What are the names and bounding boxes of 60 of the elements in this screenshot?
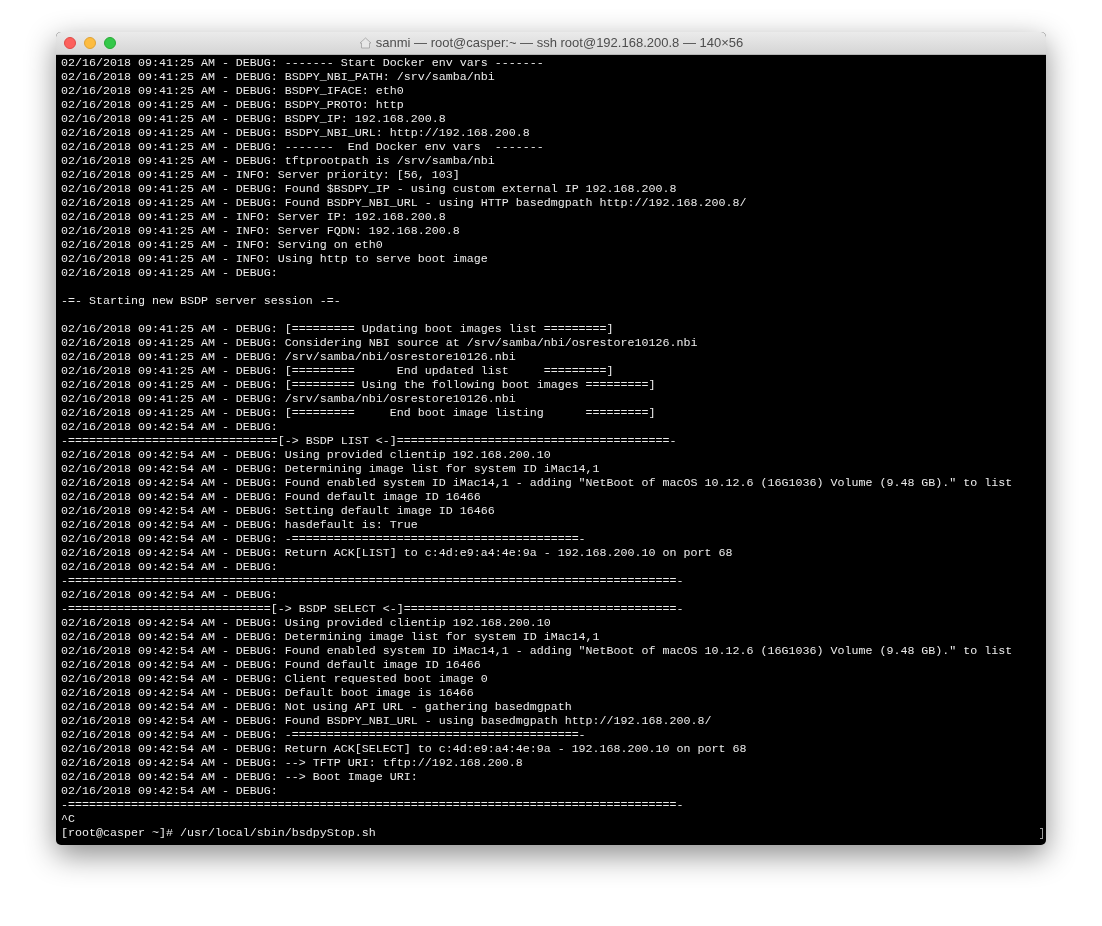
log-line: 02/16/2018 09:41:25 AM - DEBUG: [========= Using the following boot images =========] <box>61 378 656 392</box>
log-line: 02/16/2018 09:41:25 AM - DEBUG: ------- Start Docker env vars ------- <box>61 56 544 70</box>
log-line: 02/16/2018 09:41:25 AM - DEBUG: Found $BSDPY_IP - using custom external IP 192.168.200.8 <box>61 182 677 196</box>
log-line: 02/16/2018 09:41:25 AM - DEBUG: BSDPY_IFACE: eth0 <box>61 84 404 98</box>
log-line: 02/16/2018 09:41:25 AM - DEBUG: /srv/samba/nbi/osrestore10126.nbi <box>61 392 516 406</box>
log-line: 02/16/2018 09:42:54 AM - DEBUG: Found BSDPY_NBI_URL - using basedmgpath http://192.168.200.8/ <box>61 714 712 728</box>
log-line: 02/16/2018 09:42:54 AM - DEBUG: --> Boot Image URI: <box>61 770 418 784</box>
log-line: 02/16/2018 09:42:54 AM - DEBUG: Client requested boot image 0 <box>61 672 488 686</box>
log-line: 02/16/2018 09:42:54 AM - DEBUG: Determining image list for system ID iMac14,1 <box>61 630 600 644</box>
log-line: 02/16/2018 09:42:54 AM - DEBUG: <box>61 420 278 434</box>
log-line: 02/16/2018 09:42:54 AM - DEBUG: -=========================================- <box>61 728 586 742</box>
log-line: -=======================================================================================- <box>61 798 684 812</box>
log-line: 02/16/2018 09:41:25 AM - DEBUG: /srv/samba/nbi/osrestore10126.nbi <box>61 350 516 364</box>
log-line: -==============================[-> BSDP LIST <-]=======================================- <box>61 434 677 448</box>
mark-bracket-icon <box>1040 828 1043 839</box>
log-line: 02/16/2018 09:41:25 AM - INFO: Server priority: [56, 103] <box>61 168 460 182</box>
log-line: 02/16/2018 09:42:54 AM - DEBUG: -=========================================- <box>61 532 586 546</box>
log-line: 02/16/2018 09:41:25 AM - DEBUG: Considering NBI source at /srv/samba/nbi/osrestore10126.nbi <box>61 336 698 350</box>
log-line: 02/16/2018 09:42:54 AM - DEBUG: Using provided clientip 192.168.200.10 <box>61 616 551 630</box>
log-line: -=============================[-> BSDP SELECT <-]=======================================- <box>61 602 684 616</box>
home-icon <box>358 37 372 49</box>
log-line: 02/16/2018 09:41:25 AM - DEBUG: ------- End Docker env vars ------- <box>61 140 544 154</box>
session-title: -=- Starting new BSDP server session -=- <box>61 294 341 308</box>
log-line: 02/16/2018 09:41:25 AM - DEBUG: [========= End updated list =========] <box>61 364 614 378</box>
log-line: 02/16/2018 09:41:25 AM - DEBUG: Found BSDPY_NBI_URL - using HTTP basedmgpath http://192.168.200.8/ <box>61 196 747 210</box>
log-line: 02/16/2018 09:42:54 AM - DEBUG: Return ACK[SELECT] to c:4d:e9:a4:4e:9a - 192.168.200.10 on port 68 <box>61 742 747 756</box>
log-line: 02/16/2018 09:42:54 AM - DEBUG: --> TFTP URI: tftp://192.168.200.8 <box>61 756 523 770</box>
log-line: 02/16/2018 09:42:54 AM - DEBUG: Found enabled system ID iMac14,1 - adding "NetBoot of macOS 10.12.6 (16G1036) Volume (9.48 GB)." to list <box>61 476 1013 490</box>
log-line: 02/16/2018 09:41:25 AM - INFO: Serving on eth0 <box>61 238 383 252</box>
command-line: [root@casper ~]# /usr/local/sbin/bsdpyStop.sh <box>61 826 376 840</box>
log-line: 02/16/2018 09:42:54 AM - DEBUG: Return ACK[LIST] to c:4d:e9:a4:4e:9a - 192.168.200.10 on port 68 <box>61 546 733 560</box>
log-line: 02/16/2018 09:42:54 AM - DEBUG: Found default image ID 16466 <box>61 490 481 504</box>
log-line: 02/16/2018 09:41:25 AM - DEBUG: <box>61 266 278 280</box>
close-button[interactable] <box>64 37 76 49</box>
log-line: 02/16/2018 09:41:25 AM - DEBUG: tftprootpath is /srv/samba/nbi <box>61 154 495 168</box>
log-line: 02/16/2018 09:42:54 AM - DEBUG: Not using API URL - gathering basedmgpath <box>61 700 572 714</box>
log-line: 02/16/2018 09:41:25 AM - INFO: Server IP: 192.168.200.8 <box>61 210 446 224</box>
log-line: 02/16/2018 09:41:25 AM - DEBUG: BSDPY_IP: 192.168.200.8 <box>61 112 446 126</box>
log-line: 02/16/2018 09:41:25 AM - DEBUG: BSDPY_PROTO: http <box>61 98 404 112</box>
log-line: 02/16/2018 09:42:54 AM - DEBUG: <box>61 560 278 574</box>
log-line: ^C <box>61 812 75 826</box>
log-line: -=======================================================================================- <box>61 574 684 588</box>
log-line: 02/16/2018 09:42:54 AM - DEBUG: Using provided clientip 192.168.200.10 <box>61 448 551 462</box>
log-line: 02/16/2018 09:41:25 AM - DEBUG: [========= End boot image listing =========] <box>61 406 656 420</box>
log-line: 02/16/2018 09:42:54 AM - DEBUG: Found enabled system ID iMac14,1 - adding "NetBoot of macOS 10.12.6 (16G1036) Volume (9.48 GB)." to list <box>61 644 1013 658</box>
log-line: 02/16/2018 09:42:54 AM - DEBUG: Setting default image ID 16466 <box>61 504 495 518</box>
zoom-button[interactable] <box>104 37 116 49</box>
log-line: 02/16/2018 09:42:54 AM - DEBUG: Found default image ID 16466 <box>61 658 481 672</box>
log-line: 02/16/2018 09:42:54 AM - DEBUG: Default boot image is 16466 <box>61 686 474 700</box>
log-line: 02/16/2018 09:42:54 AM - DEBUG: <box>61 588 278 602</box>
log-line: 02/16/2018 09:41:25 AM - DEBUG: BSDPY_NBI_URL: http://192.168.200.8 <box>61 126 530 140</box>
minimize-button[interactable] <box>84 37 96 49</box>
log-line: 02/16/2018 09:42:54 AM - DEBUG: <box>61 784 278 798</box>
log-line: 02/16/2018 09:41:25 AM - INFO: Using http to serve boot image <box>61 252 488 266</box>
log-line: 02/16/2018 09:41:25 AM - INFO: Server FQDN: 192.168.200.8 <box>61 224 460 238</box>
log-line: 02/16/2018 09:42:54 AM - DEBUG: Determining image list for system ID iMac14,1 <box>61 462 600 476</box>
log-line: 02/16/2018 09:41:25 AM - DEBUG: BSDPY_NBI_PATH: /srv/samba/nbi <box>61 70 495 84</box>
log-line: 02/16/2018 09:41:25 AM - DEBUG: [========= Updating boot images list =========] <box>61 322 614 336</box>
log-line: 02/16/2018 09:42:54 AM - DEBUG: hasdefault is: True <box>61 518 418 532</box>
window-title: sanmi — root@casper:~ — ssh root@192.168.200.8 — 140×56 <box>375 34 744 53</box>
